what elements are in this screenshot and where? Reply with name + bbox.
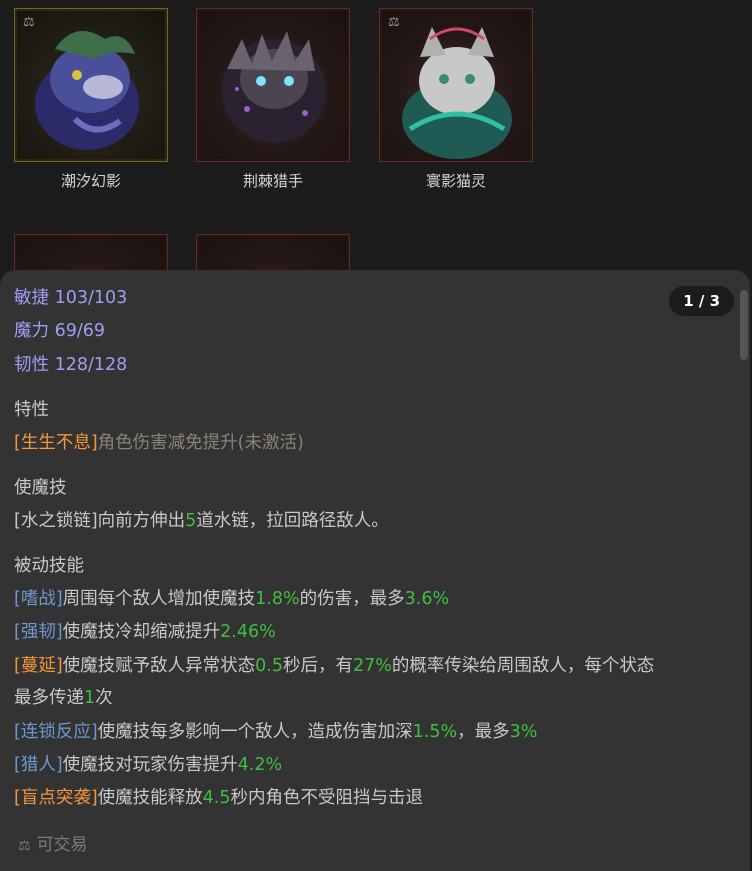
- passive-skill-spread: [蔓延]使魔技赋予敌人异常状态0.5秒后，有27%的概率传染给周围敌人，每个状态: [14, 654, 654, 678]
- stat-cut-off: [14, 270, 20, 285]
- passive-skill-blindspot: [盲点突袭]使魔技能释放4.5秒内角色不受阻挡与击退: [14, 786, 423, 810]
- trait-heading: 特性: [14, 400, 49, 420]
- skill-text: 次: [95, 688, 113, 708]
- skill-number: 4.5: [202, 788, 231, 808]
- skill-number: 0.5: [255, 656, 283, 676]
- active-skill-text: [水之锁链]向前方伸出: [14, 511, 186, 531]
- skill-number: 1.8%: [255, 589, 300, 609]
- active-skill-line: [水之锁链]向前方伸出5道水链，拉回路径敌人。: [14, 509, 389, 533]
- scrollbar[interactable]: [740, 290, 748, 360]
- trait-text: 角色伤害减免提升(未激活): [97, 433, 304, 453]
- passive-skill-hunter: [猎人]使魔技对玩家伤害提升4.2%: [14, 753, 282, 777]
- active-skill-text: 道水链，拉回路径敌人。: [196, 511, 389, 531]
- skill-text: 秒后，有: [283, 656, 353, 676]
- pet-grid: ⚖ 潮汐幻影 荆棘猎手 ⚖ 寰影猫灵: [0, 0, 752, 388]
- skill-number: 27%: [353, 656, 392, 676]
- shadow-cat-portrait: [402, 27, 512, 159]
- pet-name: 荆棘猎手: [242, 172, 303, 190]
- stat-toughness: 韧性 128/128: [14, 355, 128, 375]
- skill-number: 4.2%: [237, 755, 283, 775]
- tradable-scale-icon: ⚖: [23, 15, 35, 30]
- pet-name: 寰影猫灵: [425, 172, 486, 190]
- skill-text: 使魔技能释放: [97, 788, 203, 808]
- skill-text: ，最多: [457, 722, 510, 742]
- pet-detail-tooltip: 1 / 3 敏捷 103/103 魔力 69/69 韧性 128/128 特性 …: [0, 270, 750, 871]
- pet-card-tidal-phantom[interactable]: ⚖: [14, 8, 168, 162]
- tidal-phantom-portrait: [35, 31, 139, 150]
- passive-skill-spread-cont: 最多传递1次: [14, 686, 113, 710]
- tradable-label: ⚖ 可交易: [18, 830, 88, 855]
- active-skill-number: 5: [185, 511, 197, 531]
- scale-icon: ⚖: [18, 838, 31, 854]
- pet-card-shadow-cat[interactable]: ⚖: [379, 8, 533, 162]
- passive-skill-chain: [连锁反应]使魔技每多影响一个敌人，造成伤害加深1.5%，最多3%: [14, 720, 537, 744]
- skill-text: 使魔技赋予敌人异常状态: [62, 656, 256, 676]
- passive-skill-bloodlust: [嗜战]周围每个敌人增加使魔技1.8%的伤害，最多3.6%: [14, 587, 449, 611]
- passive-skill-tough: [强韧]使魔技冷却缩减提升2.46%: [14, 620, 276, 644]
- pet-card-thorn-hunter[interactable]: [196, 8, 350, 162]
- skill-text: 使魔技每多影响一个敌人，造成伤害加深: [97, 722, 413, 742]
- skill-number: 3.6%: [404, 589, 450, 609]
- skill-tag: [连锁反应]: [14, 722, 98, 742]
- stat-agility: 敏捷 103/103: [14, 288, 128, 308]
- passive-skill-heading: 被动技能: [14, 556, 84, 576]
- skill-text: 的伤害，最多: [299, 589, 405, 609]
- skill-tag: [盲点突袭]: [14, 788, 98, 808]
- skill-number: 1: [84, 688, 96, 708]
- skill-text: 秒内角色不受阻挡与击退: [230, 788, 424, 808]
- skill-tag: [强韧]: [14, 622, 63, 642]
- page-indicator: 1 / 3: [669, 286, 734, 316]
- tradable-scale-icon: ⚖: [388, 15, 400, 30]
- tradable-text: 可交易: [36, 835, 88, 855]
- skill-number: 3%: [509, 722, 538, 742]
- stat-mana: 魔力 69/69: [14, 321, 105, 341]
- trait-line: [生生不息]角色伤害减免提升(未激活): [14, 431, 304, 455]
- thorn-hunter-portrait: [222, 31, 326, 143]
- skill-number: 1.5%: [412, 722, 458, 742]
- active-skill-heading: 使魔技: [14, 478, 67, 498]
- skill-text: 使魔技对玩家伤害提升: [62, 755, 238, 775]
- pet-name: 潮汐幻影: [60, 172, 121, 190]
- skill-tag: [嗜战]: [14, 589, 63, 609]
- skill-number: 2.46%: [220, 622, 276, 642]
- skill-text: 使魔技冷却缩减提升: [62, 622, 221, 642]
- skill-tag: [猎人]: [14, 755, 63, 775]
- skill-tag: [蔓延]: [14, 656, 63, 676]
- skill-text: 周围每个敌人增加使魔技: [62, 589, 256, 609]
- skill-text: 的概率传染给周围敌人，每个状态: [391, 656, 655, 676]
- trait-tag: [生生不息]: [14, 433, 98, 453]
- skill-text: 最多传递: [14, 688, 84, 708]
